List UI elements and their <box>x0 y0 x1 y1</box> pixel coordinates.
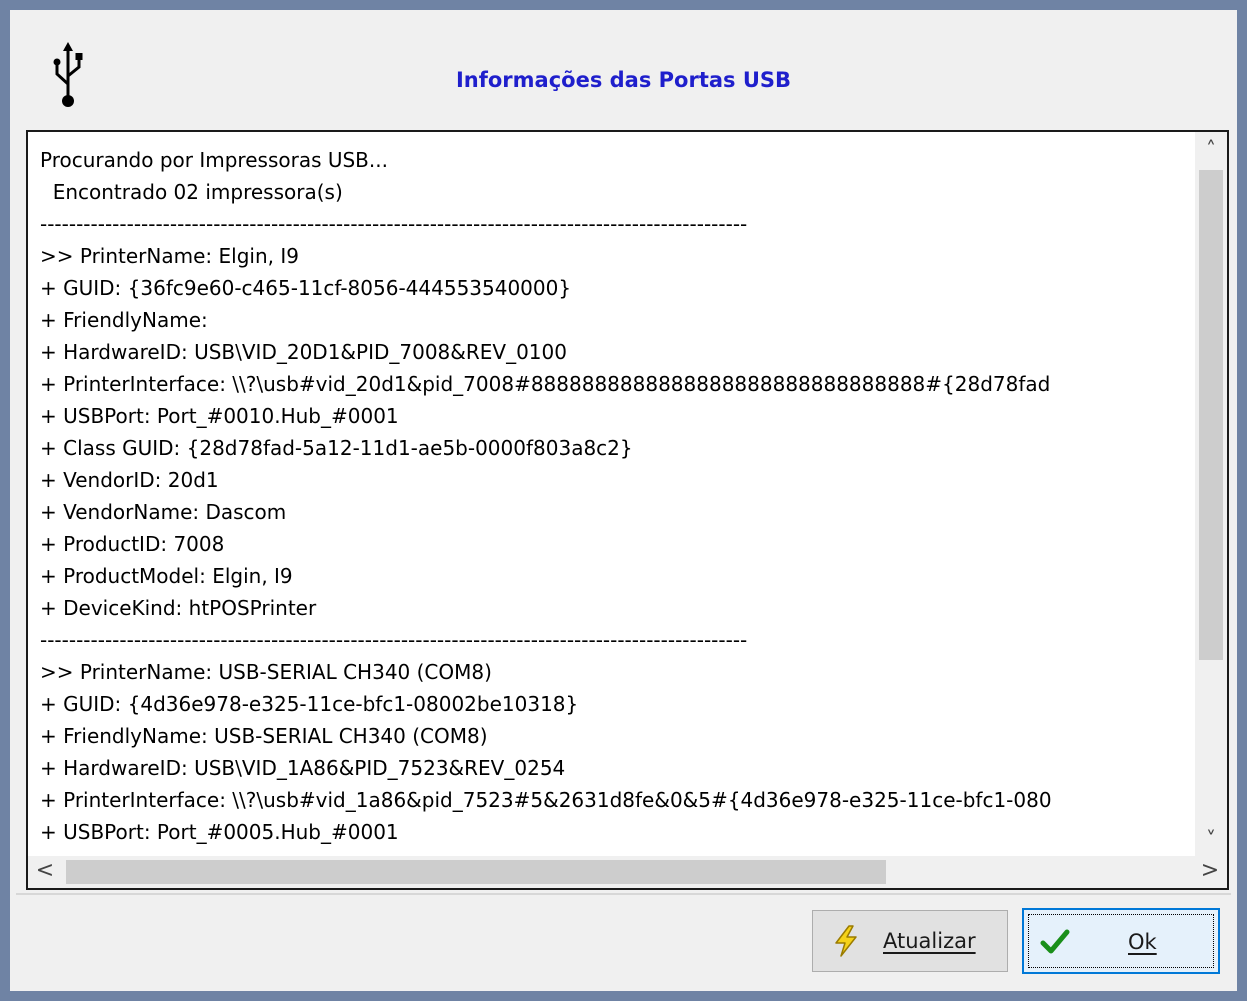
log-line: + GUID: {4d36e978-e325-11ce-bfc1-08002be… <box>40 692 579 716</box>
log-line: + USBPort: Port_#0010.Hub_#0001 <box>40 404 399 428</box>
chevron-left-icon[interactable]: < <box>28 856 62 888</box>
log-line: >> PrinterName: USB-SERIAL CH340 (COM8) <box>40 660 492 684</box>
chevron-down-icon[interactable]: ˅ <box>1195 822 1227 856</box>
log-line: ----------------------------------------… <box>40 212 748 236</box>
dialog-title: Informações das Portas USB <box>455 68 792 92</box>
vertical-scrollbar[interactable]: ˄ ˅ <box>1195 132 1227 856</box>
log-line: Encontrado 02 impressora(s) <box>40 180 343 204</box>
log-line: + DeviceKind: htPOSPrinter <box>40 596 317 620</box>
ok-button-label: Ok <box>1128 930 1157 954</box>
chevron-right-icon[interactable]: > <box>1193 856 1227 888</box>
horizontal-scroll-thumb[interactable] <box>66 860 886 884</box>
log-line: >> PrinterName: Elgin, I9 <box>40 244 299 268</box>
log-line: + Class GUID: {28d78fad-5a12-11d1-ae5b-0… <box>40 436 633 460</box>
ok-button[interactable]: Ok <box>1022 908 1220 974</box>
refresh-button-label: Atualizar <box>883 929 976 953</box>
log-line: + ProductModel: Elgin, I9 <box>40 564 293 588</box>
log-text[interactable]: Procurando por Impressoras USB... Encont… <box>40 144 1200 849</box>
log-line: + FriendlyName: <box>40 308 208 332</box>
log-line: + VendorName: Dascom <box>40 500 287 524</box>
log-line: Procurando por Impressoras USB... <box>40 148 388 172</box>
log-line: ----------------------------------------… <box>40 628 748 652</box>
log-panel[interactable]: Procurando por Impressoras USB... Encont… <box>26 130 1229 890</box>
log-line: + PrinterInterface: \\?\usb#vid_1a86&pid… <box>40 788 1052 812</box>
chevron-up-icon[interactable]: ˄ <box>1195 132 1227 166</box>
horizontal-scrollbar[interactable]: < > <box>28 856 1227 888</box>
log-line: + VendorID: 20d1 <box>40 468 219 492</box>
footer-divider <box>16 893 1231 895</box>
vertical-scroll-thumb[interactable] <box>1199 170 1223 660</box>
log-line: + PrinterInterface: \\?\usb#vid_20d1&pid… <box>40 372 1051 396</box>
log-line: + HardwareID: USB\VID_20D1&PID_7008&REV_… <box>40 340 567 364</box>
lightning-icon <box>835 925 857 957</box>
log-line: + ProductID: 7008 <box>40 532 225 556</box>
log-line: + HardwareID: USB\VID_1A86&PID_7523&REV_… <box>40 756 566 780</box>
checkmark-icon <box>1040 929 1070 954</box>
refresh-button[interactable]: Atualizar <box>812 910 1008 972</box>
log-line: + GUID: {36fc9e60-c465-11cf-8056-4445535… <box>40 276 572 300</box>
log-line: + USBPort: Port_#0005.Hub_#0001 <box>40 820 399 844</box>
log-line: + FriendlyName: USB-SERIAL CH340 (COM8) <box>40 724 488 748</box>
